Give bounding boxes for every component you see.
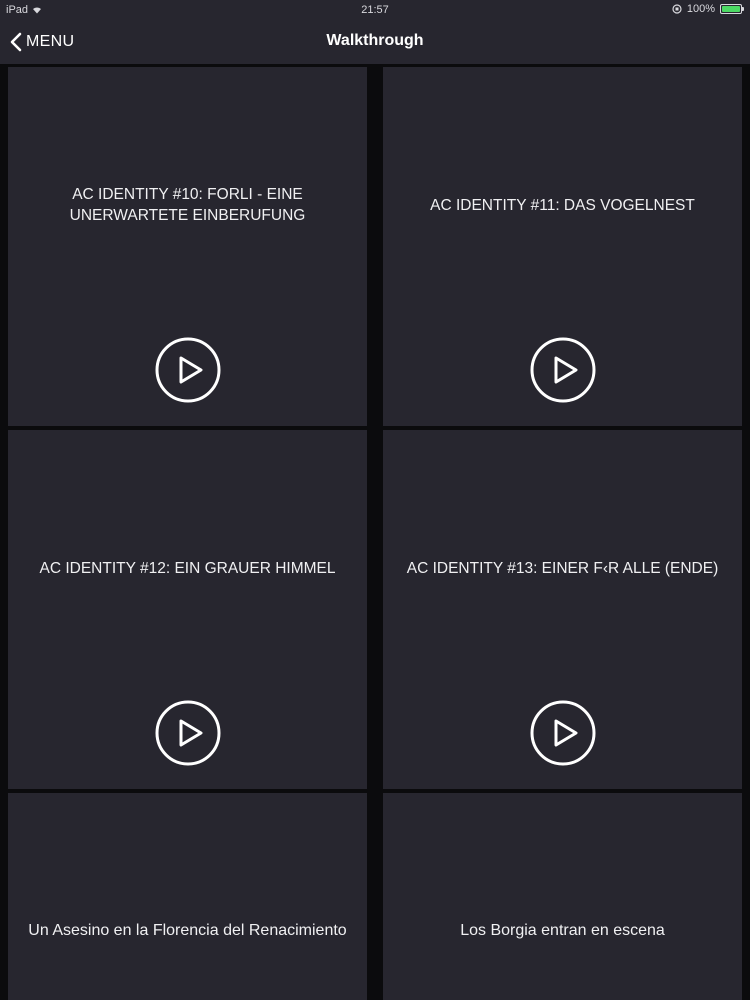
play-circle-icon[interactable]	[155, 337, 221, 403]
tile-title: AC IDENTITY #13: EINER F‹R ALLE (ENDE)	[406, 559, 719, 577]
status-right: 100%	[672, 3, 744, 15]
play-circle-icon[interactable]	[530, 337, 596, 403]
video-tile[interactable]: AC IDENTITY #13: EINER F‹R ALLE (ENDE)	[383, 430, 742, 789]
tile-title: Los Borgia entran en escena	[460, 922, 665, 939]
play-circle-icon[interactable]	[530, 700, 596, 766]
video-tile[interactable]: AC IDENTITY #11: DAS VOGELNEST	[383, 67, 742, 426]
status-bar: iPad 21:57 100%	[0, 0, 750, 20]
status-time: 21:57	[361, 4, 389, 16]
orientation-lock-icon	[672, 4, 682, 14]
tile-title: AC IDENTITY #11: DAS VOGELNEST	[430, 196, 695, 214]
navigation-bar: MENU Walkthrough	[0, 20, 750, 64]
play-circle-icon[interactable]	[155, 700, 221, 766]
video-tile[interactable]: Los Borgia entran en escena	[383, 793, 742, 1000]
battery-icon	[720, 4, 744, 14]
tile-title: AC IDENTITY #12: EIN GRAUER HIMMEL	[39, 559, 336, 577]
tile-title: Un Asesino en la Florencia del Renacimie…	[28, 922, 347, 939]
walkthrough-grid: AC IDENTITY #10: FORLI - EINE UNERWARTET…	[0, 64, 750, 1000]
battery-percent: 100%	[686, 3, 715, 15]
battery-fill	[722, 6, 740, 12]
tile-title: AC IDENTITY #10: FORLI - EINE UNERWARTET…	[69, 186, 306, 224]
page-title: Walkthrough	[326, 32, 424, 49]
video-tile[interactable]: AC IDENTITY #10: FORLI - EINE UNERWARTET…	[8, 67, 367, 426]
video-tile[interactable]: AC IDENTITY #12: EIN GRAUER HIMMEL	[8, 430, 367, 789]
video-tile[interactable]: Un Asesino en la Florencia del Renacimie…	[8, 793, 367, 1000]
